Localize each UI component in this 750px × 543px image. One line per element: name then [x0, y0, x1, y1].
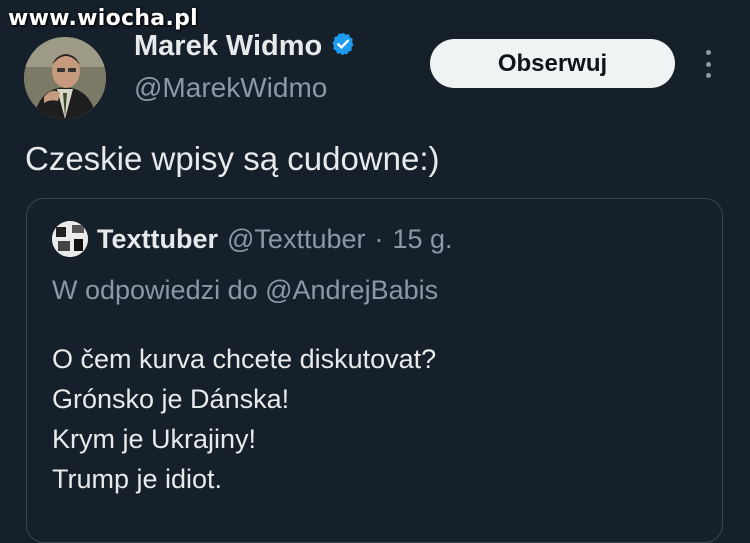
tweet-text: Czeskie wpisy są cudowne:) — [25, 140, 440, 177]
author-handle[interactable]: @MarekWidmo — [134, 72, 327, 104]
reply-context: W odpowiedzi do @AndrejBabis — [52, 275, 439, 305]
more-options-icon[interactable] — [700, 50, 716, 78]
author-avatar[interactable] — [24, 37, 106, 119]
follow-button[interactable]: Obserwuj — [430, 39, 675, 88]
author-name-row: Marek Widmo — [134, 30, 356, 63]
quoted-text-line: O čem kurva chcete diskutovat? — [52, 344, 437, 374]
avatar-photo — [24, 37, 106, 119]
verified-badge-icon — [330, 31, 356, 62]
quoted-display-name[interactable]: Texttuber — [97, 224, 218, 255]
author-display-name[interactable]: Marek Widmo — [134, 30, 322, 63]
quoted-text-line: Grónsko je Dánska! — [52, 384, 290, 414]
quoted-handle[interactable]: @Texttuber — [227, 224, 365, 255]
meta-separator: · — [374, 223, 384, 254]
quoted-tweet[interactable]: Texttuber @Texttuber · 15 g. W odpowiedz… — [26, 198, 723, 543]
quoted-author-avatar[interactable] — [52, 221, 88, 257]
quoted-timestamp[interactable]: 15 g. — [392, 224, 452, 255]
quoted-tweet-text: O čem kurva chcete diskutovat? Grónsko j… — [52, 339, 436, 499]
quoted-text-line: Krym je Ukrajiny! — [52, 424, 257, 454]
quoted-tweet-header: Texttuber @Texttuber · 15 g. — [52, 221, 453, 257]
quoted-text-line: Trump je idiot. — [52, 464, 223, 494]
watermark: www.wiocha.pl — [8, 6, 198, 31]
